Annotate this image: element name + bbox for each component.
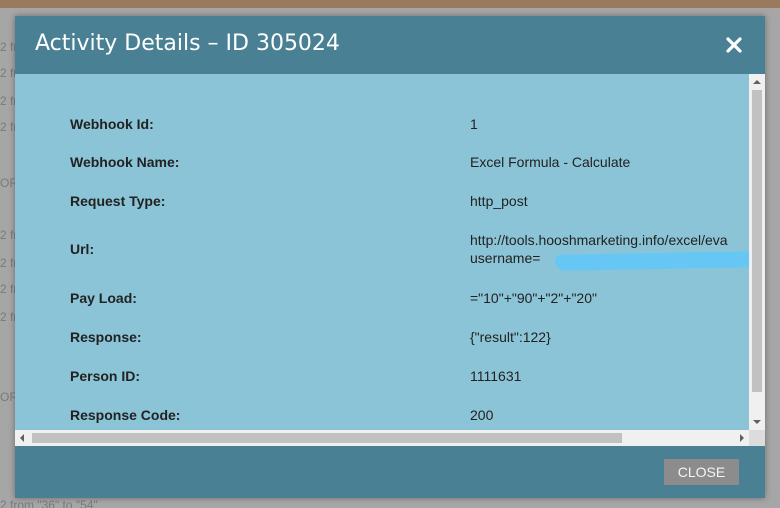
detail-row-response: Response: {"result":122} [15,329,749,349]
detail-value: 1 [470,116,478,132]
detail-label: Pay Load: [70,290,137,306]
vertical-scrollbar[interactable] [749,74,765,430]
horizontal-scroll-thumb[interactable] [32,433,622,443]
dialog-footer: CLOSE [15,446,765,498]
detail-value-line2: username= [470,250,541,266]
detail-label: Response Code: [70,407,181,423]
detail-value: {"result":122} [470,329,551,345]
activity-details-dialog: Activity Details – ID 305024 Webhook Id:… [15,16,765,498]
detail-label: Webhook Id: [70,116,154,132]
detail-row-payload: Pay Load: ="10"+"90"+"2"+"20" [15,290,749,310]
close-icon[interactable] [725,36,743,54]
redaction-mark [554,251,749,271]
detail-label: Webhook Name: [70,154,180,170]
detail-value: http://tools.hooshmarketing.info/excel/e… [470,232,728,248]
background-text: 2 from "36" to "54" [0,498,98,508]
close-button[interactable]: CLOSE [664,459,739,485]
details-content: Webhook Id: 1 Webhook Name: Excel Formul… [15,74,749,430]
detail-row-response-code: Response Code: 200 [15,407,749,427]
scroll-up-arrow-icon[interactable] [753,80,761,84]
dialog-header: Activity Details – ID 305024 [15,16,765,74]
detail-label: Response: [70,329,142,345]
detail-row-webhook-name: Webhook Name: Excel Formula - Calculate [15,154,749,174]
scroll-left-arrow-icon[interactable] [20,434,24,442]
detail-value: 1111631 [470,368,522,384]
detail-label: Person ID: [70,368,141,384]
detail-row-request-type: Request Type: http_post [15,193,749,213]
detail-row-person-id: Person ID: 1111631 [15,368,749,388]
detail-row-webhook-id: Webhook Id: 1 [15,116,749,136]
detail-value: 200 [470,407,494,423]
dialog-body: Webhook Id: 1 Webhook Name: Excel Formul… [15,74,765,446]
background-topbar [0,0,780,8]
horizontal-scrollbar[interactable] [15,430,749,446]
scroll-right-arrow-icon[interactable] [740,434,744,442]
detail-value: http_post [470,193,528,209]
scrollbar-corner [749,430,765,446]
scroll-down-arrow-icon[interactable] [753,420,761,424]
detail-value: ="10"+"90"+"2"+"20" [470,290,597,306]
detail-label: Request Type: [70,193,166,209]
detail-value: Excel Formula - Calculate [470,154,631,170]
dialog-title: Activity Details – ID 305024 [35,31,340,56]
vertical-scroll-thumb[interactable] [752,90,762,392]
